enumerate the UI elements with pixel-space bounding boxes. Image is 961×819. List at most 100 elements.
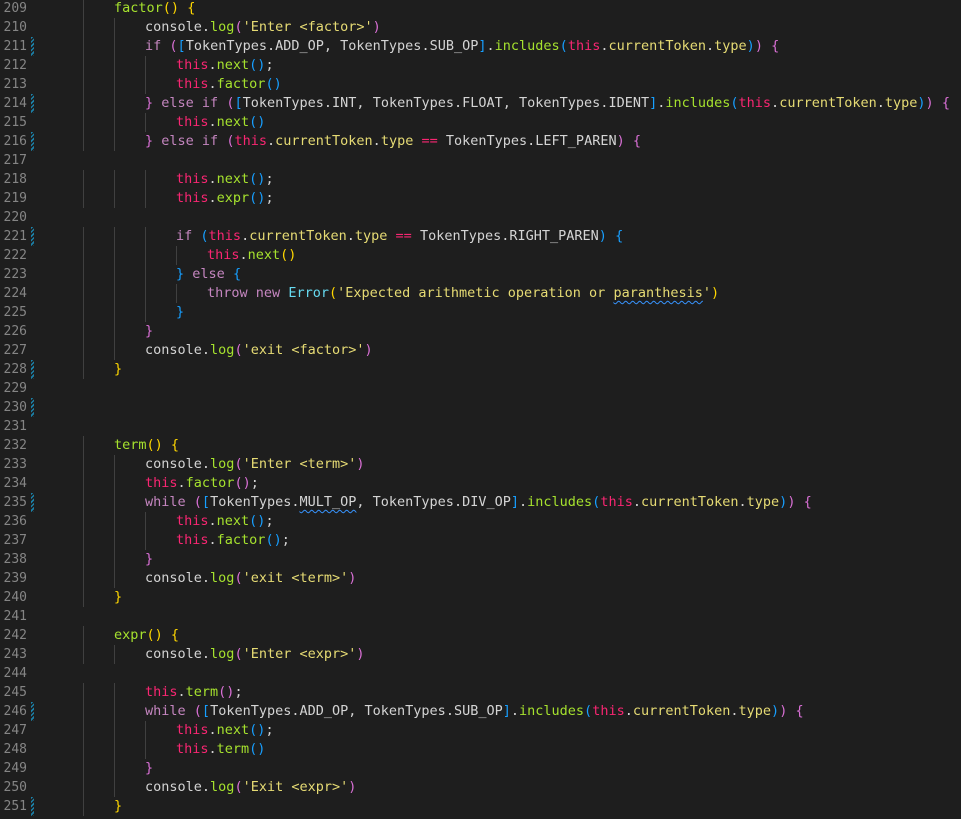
code-line[interactable]: factor() { — [114, 0, 195, 18]
code-token: currentToken — [632, 703, 731, 719]
code-token: this — [176, 76, 209, 92]
code-line[interactable]: while ([TokenTypes.ADD_OP, TokenTypes.SU… — [145, 702, 804, 721]
line-number: 223 — [3, 267, 27, 282]
code-line[interactable]: this.factor(); — [176, 531, 290, 550]
code-line[interactable]: } else if ([TokenTypes.INT, TokenTypes.F… — [145, 94, 950, 113]
code-token: this — [176, 171, 209, 187]
modified-line-marker[interactable] — [31, 132, 34, 151]
code-line[interactable]: console.log('exit <term>') — [145, 569, 356, 588]
code-token: { — [632, 133, 641, 149]
code-line[interactable]: } — [114, 797, 122, 816]
code-token: ADD_OP — [299, 703, 349, 719]
code-token: ( — [234, 646, 243, 662]
indent-guide — [83, 0, 84, 18]
code-line[interactable]: } — [114, 588, 122, 607]
code-line[interactable]: console.log('Exit <expr>') — [145, 778, 356, 797]
code-token: ; — [250, 475, 259, 491]
modified-line-marker[interactable] — [31, 360, 34, 379]
indent-guide — [83, 265, 84, 284]
code-editor[interactable]: 209 210 211 212 213 214 215 216 217 218 219 220 221 2… — [0, 0, 961, 819]
code-token: . — [241, 228, 250, 244]
code-token: INT — [332, 95, 357, 111]
code-line[interactable]: console.log('Enter <term>') — [145, 455, 365, 474]
code-line[interactable]: this.next(); — [176, 56, 274, 75]
code-token: ; — [234, 684, 243, 700]
code-token: . — [239, 247, 248, 263]
modified-line-marker[interactable] — [31, 797, 34, 816]
code-token: . — [208, 57, 217, 73]
code-line[interactable]: } else if (this.currentToken.type == Tok… — [145, 132, 641, 151]
code-line[interactable]: this.next(); — [176, 170, 274, 189]
code-token: paranthesis — [613, 285, 703, 301]
code-line[interactable]: console.log('Enter <factor>') — [145, 18, 381, 37]
code-line[interactable]: if ([TokenTypes.ADD_OP, TokenTypes.SUB_O… — [145, 37, 779, 56]
code-token: this — [234, 133, 267, 149]
code-line[interactable]: console.log('exit <factor>') — [145, 341, 373, 360]
indent-guide — [176, 246, 177, 265]
code-token: . — [323, 95, 333, 111]
code-line[interactable]: expr() { — [114, 626, 179, 645]
modified-line-marker[interactable] — [31, 493, 34, 512]
code-line[interactable]: throw new Error('Expected arithmetic ope… — [207, 284, 719, 303]
code-line[interactable]: if (this.currentToken.type == TokenTypes… — [176, 227, 623, 246]
code-line[interactable]: } — [145, 759, 153, 778]
code-line[interactable]: this.term(); — [145, 683, 243, 702]
indent-guide — [176, 284, 177, 303]
indent-guide — [145, 113, 146, 132]
line-number-gutter: 209 210 211 212 213 214 215 216 217 218 219 220 221 2… — [0, 0, 52, 819]
modified-line-marker[interactable] — [31, 398, 34, 417]
code-line[interactable]: this.term() — [176, 740, 265, 759]
line-number: 238 — [3, 552, 27, 567]
code-token: [ — [234, 95, 243, 111]
line-number: 248 — [3, 742, 27, 757]
code-line[interactable]: console.log('Enter <expr>') — [145, 645, 365, 664]
code-token: , — [502, 95, 520, 111]
line-number: 228 — [3, 362, 27, 377]
modified-line-marker[interactable] — [31, 227, 34, 246]
code-token: } — [114, 361, 123, 377]
code-line[interactable]: this.next() — [176, 113, 265, 132]
line-number: 221 — [3, 229, 27, 244]
code-token: () — [249, 722, 266, 738]
code-token: console — [145, 646, 202, 662]
indent-guide — [114, 94, 115, 113]
code-token: [ — [201, 494, 211, 510]
code-line[interactable]: } — [176, 303, 184, 322]
code-line[interactable]: term() { — [114, 436, 179, 455]
code-line[interactable]: while ([TokenTypes.MULT_OP, TokenTypes.D… — [145, 493, 812, 512]
code-token: log — [210, 646, 235, 662]
indent-guide — [145, 265, 146, 284]
modified-line-marker[interactable] — [31, 94, 34, 113]
code-token: currentToken — [608, 38, 707, 54]
code-area[interactable]: factor() {console.log('Enter <factor>') i… — [52, 0, 961, 819]
line-number: 222 — [3, 248, 27, 263]
code-line[interactable]: this.factor(); — [145, 474, 259, 493]
code-token: this — [176, 741, 209, 757]
code-line[interactable]: } else { — [176, 265, 241, 284]
code-token: ( — [328, 285, 338, 301]
code-line[interactable]: this.next(); — [176, 512, 274, 531]
code-line[interactable]: } — [145, 322, 153, 341]
code-token: . — [730, 703, 739, 719]
modified-line-marker[interactable] — [31, 702, 34, 721]
code-line[interactable]: } — [145, 550, 153, 569]
code-token: currentToken — [275, 133, 373, 149]
code-line[interactable]: this.next(); — [176, 721, 274, 740]
indent-guide — [83, 474, 84, 493]
code-token: ) — [925, 95, 934, 111]
code-line[interactable]: this.next() — [207, 246, 296, 265]
code-line[interactable]: this.expr(); — [176, 189, 274, 208]
code-line[interactable]: this.factor() — [176, 75, 282, 94]
modified-line-marker[interactable] — [31, 37, 34, 56]
line-number: 211 — [3, 39, 27, 54]
code-token: { — [232, 266, 242, 282]
code-line[interactable]: } — [114, 360, 122, 379]
code-token: this — [176, 57, 209, 73]
indent-guide — [145, 284, 146, 303]
indent-guide — [83, 18, 84, 37]
code-token: () — [265, 532, 282, 548]
